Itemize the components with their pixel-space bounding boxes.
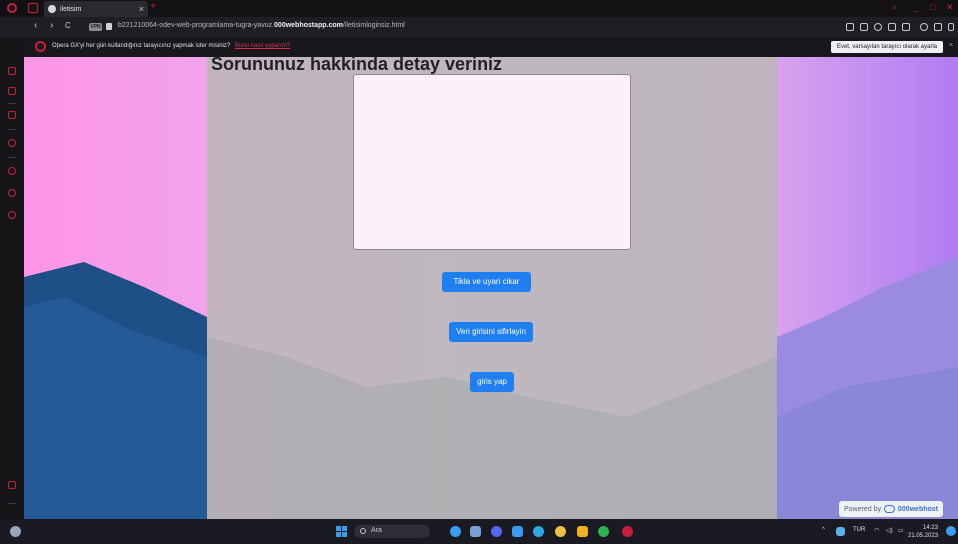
reload-button[interactable]: C — [65, 21, 71, 31]
sidebar-history-icon[interactable] — [8, 167, 16, 175]
tray-chevron-icon[interactable]: ^ — [822, 527, 825, 533]
chrome-icon[interactable] — [555, 526, 566, 537]
notification-icon[interactable] — [946, 526, 956, 536]
url-domain: 000webhostapp.com — [274, 22, 343, 29]
taskbar-search[interactable]: Ara — [354, 525, 430, 538]
battery-icon[interactable]: ▭ — [898, 527, 904, 534]
opera-gx-icon — [35, 41, 46, 52]
problem-detail-textarea[interactable] — [353, 74, 631, 250]
page-title: Sorununuz hakkinda detay veriniz — [211, 57, 503, 74]
set-default-button[interactable]: Evet, varsayılan tarayıcı olarak ayarla — [831, 41, 943, 53]
sidebar-wallpaper-icon[interactable] — [8, 481, 16, 489]
sidebar — [0, 37, 24, 519]
opera-logo-icon[interactable] — [7, 3, 17, 13]
infobar-close-icon[interactable]: × — [949, 42, 953, 49]
sidebar-separator — [8, 157, 16, 158]
maximize-icon[interactable]: □ — [930, 2, 935, 12]
infobar-message: Opera GX'yi her gün kullandığınız tarayı… — [52, 43, 231, 49]
tab-title: iletisim — [60, 5, 82, 13]
search-tabs-icon[interactable]: ⌕ — [892, 2, 897, 13]
tray-app-icon[interactable] — [836, 527, 845, 536]
clock-date: 21.05.2023 — [908, 533, 939, 539]
tab-close-icon[interactable]: × — [139, 4, 144, 14]
extension-icon[interactable] — [846, 23, 854, 31]
login-button[interactable]: giris yap — [470, 372, 514, 392]
account-icon[interactable] — [920, 23, 928, 31]
player-icon[interactable] — [888, 23, 896, 31]
weather-icon[interactable] — [10, 526, 21, 537]
clock-time: 14:23 — [923, 525, 939, 531]
battery-saver-icon[interactable] — [934, 23, 942, 31]
sidebar-separator — [8, 129, 16, 130]
powered-by-label: Powered by — [844, 505, 881, 513]
sidebar-settings-icon[interactable] — [8, 211, 16, 219]
sidebar-extensions-icon[interactable] — [8, 189, 16, 197]
default-browser-infobar: Opera GX'yi her gün kullandığınız tarayı… — [0, 37, 958, 57]
reset-button[interactable]: Veri girisini sifirlayin — [449, 322, 533, 342]
powered-by-badge[interactable]: Powered by 000webhost — [839, 501, 943, 517]
sidebar-home-icon[interactable] — [8, 67, 16, 75]
tab-iletisim[interactable]: iletisim × — [44, 1, 148, 17]
adblock-icon[interactable] — [874, 23, 882, 31]
clock[interactable]: 14:23 21.05.2023 — [908, 524, 938, 540]
sidebar-separator — [8, 103, 16, 104]
url-path: /iletisimloginsiz.html — [342, 22, 405, 29]
forward-button[interactable]: › — [50, 21, 53, 31]
chat-icon[interactable] — [491, 526, 502, 537]
sidebar-twitch-icon[interactable] — [8, 139, 16, 147]
sidebar-messenger-icon[interactable] — [8, 111, 16, 119]
windows-taskbar: Ara ^ TUR ◠ ◁) ▭ 14:23 21.05.2023 — [0, 519, 958, 544]
task-view-icon[interactable] — [470, 526, 481, 537]
tab-bar: iletisim × + ⌕ _ □ ✕ — [0, 0, 958, 17]
sidebar-gx-corner-icon[interactable] — [8, 87, 16, 95]
new-tab-button[interactable]: + — [150, 1, 156, 12]
alert-button[interactable]: Tikla ve uyari cikar — [442, 272, 531, 292]
volume-icon[interactable]: ◁) — [886, 527, 893, 534]
bookmark-heart-icon[interactable] — [902, 23, 910, 31]
xbox-icon[interactable] — [598, 526, 609, 537]
back-button[interactable]: ‹ — [34, 21, 37, 31]
search-icon — [360, 528, 366, 534]
edge-icon[interactable] — [533, 526, 544, 537]
file-explorer-icon[interactable] — [577, 526, 588, 537]
url-field[interactable]: b221210064-odev-web-programlama-tugra-ya… — [118, 22, 405, 29]
site-favicon-icon — [48, 5, 56, 13]
sidebar-more-icon[interactable] — [8, 503, 16, 504]
copilot-icon[interactable] — [450, 526, 461, 537]
menu-icon[interactable] — [948, 23, 954, 31]
url-prefix: b221210064-odev-web-programlama-tugra-ya… — [118, 22, 275, 29]
page-viewport: Sorununuz hakkinda detay veriniz Tikla v… — [24, 57, 958, 519]
start-icon[interactable] — [336, 526, 347, 537]
keyboard-language[interactable]: TUR — [853, 527, 865, 533]
store-icon[interactable] — [512, 526, 523, 537]
powered-by-brand: 000webhost — [897, 505, 938, 513]
infobar-link[interactable]: Bunu nasıl yaparım? — [235, 43, 290, 49]
snapshot-icon[interactable] — [860, 23, 868, 31]
lock-icon[interactable] — [106, 23, 112, 30]
workspaces-icon[interactable] — [28, 3, 38, 13]
address-bar: ‹ › C VPN b221210064-odev-web-programlam… — [0, 17, 958, 37]
minimize-icon[interactable]: _ — [914, 2, 919, 12]
search-placeholder: Ara — [371, 527, 382, 534]
opera-gx-taskbar-icon[interactable] — [622, 526, 633, 537]
vpn-badge[interactable]: VPN — [89, 23, 102, 31]
close-window-icon[interactable]: ✕ — [946, 2, 954, 13]
webhost-logo-icon — [883, 505, 895, 513]
wifi-icon[interactable]: ◠ — [874, 527, 879, 534]
